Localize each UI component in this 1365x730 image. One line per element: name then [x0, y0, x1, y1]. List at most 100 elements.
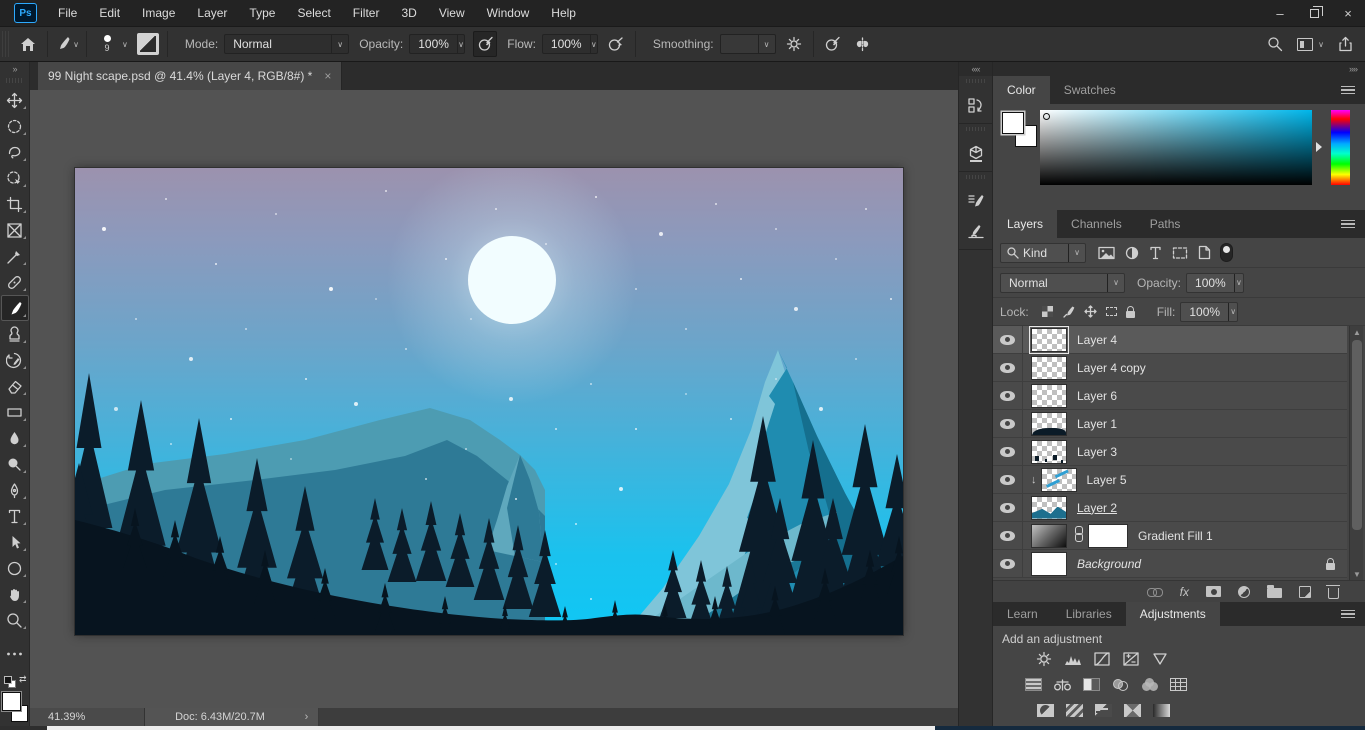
- adjustment-layer-filter-icon[interactable]: [1125, 246, 1139, 260]
- visibility-toggle[interactable]: [993, 550, 1023, 577]
- black-white-icon[interactable]: [1083, 678, 1100, 691]
- visibility-toggle[interactable]: [993, 494, 1023, 521]
- pixel-layer-filter-icon[interactable]: [1098, 246, 1115, 260]
- pen-tool[interactable]: [1, 477, 29, 503]
- posterize-icon[interactable]: [1066, 704, 1083, 717]
- layer-thumbnail[interactable]: [1031, 412, 1067, 436]
- layer-name[interactable]: Layer 4 copy: [1077, 361, 1146, 375]
- tab-layers[interactable]: Layers: [993, 210, 1057, 238]
- shape-layer-filter-icon[interactable]: [1172, 246, 1188, 260]
- layer-row[interactable]: Layer 4: [993, 326, 1347, 354]
- menu-type[interactable]: Type: [238, 0, 286, 27]
- dodge-tool[interactable]: [1, 451, 29, 477]
- healing-brush-tool[interactable]: [1, 269, 29, 295]
- delete-layer-icon[interactable]: [1328, 588, 1339, 599]
- layer-thumbnail[interactable]: [1031, 496, 1067, 520]
- menu-edit[interactable]: Edit: [88, 0, 131, 27]
- layer-name[interactable]: Layer 5: [1087, 473, 1127, 487]
- scroll-down-icon[interactable]: ▼: [1350, 568, 1364, 580]
- saturation-brightness-field[interactable]: [1040, 110, 1312, 185]
- layer-name[interactable]: Layer 4: [1077, 333, 1117, 347]
- layer-fill-select[interactable]: 100% ∨: [1180, 302, 1238, 322]
- vibrance-icon[interactable]: [1151, 652, 1168, 665]
- gradient-fill-thumbnail[interactable]: [1031, 524, 1067, 548]
- marquee-tool[interactable]: [1, 113, 29, 139]
- menu-file[interactable]: File: [47, 0, 88, 27]
- filter-toggle[interactable]: [1221, 244, 1232, 261]
- brush-tool[interactable]: [1, 295, 29, 321]
- layer-name[interactable]: Layer 3: [1077, 445, 1117, 459]
- layer-opacity-select[interactable]: 100% ∨: [1186, 273, 1244, 293]
- layer-style-icon[interactable]: fx: [1180, 585, 1189, 599]
- layer-name[interactable]: Layer 6: [1077, 389, 1117, 403]
- history-panel-icon[interactable]: [967, 97, 985, 115]
- home-icon[interactable]: [16, 31, 40, 57]
- tab-channels[interactable]: Channels: [1057, 210, 1136, 238]
- tab-color[interactable]: Color: [993, 76, 1050, 104]
- exposure-icon[interactable]: [1122, 652, 1139, 665]
- flow-select[interactable]: 100% ∨: [542, 34, 598, 54]
- close-tab-icon[interactable]: ×: [324, 69, 331, 83]
- document-tab[interactable]: 99 Night scape.psd @ 41.4% (Layer 4, RGB…: [38, 62, 342, 90]
- menu-filter[interactable]: Filter: [342, 0, 391, 27]
- layer-row[interactable]: ↓ Layer 5: [993, 466, 1347, 494]
- gradient-tool[interactable]: [1, 399, 29, 425]
- layer-row[interactable]: Gradient Fill 1: [993, 522, 1347, 550]
- airbrush-icon[interactable]: [604, 31, 628, 57]
- close-button[interactable]: ×: [1331, 0, 1365, 27]
- expand-panels-icon[interactable]: »»: [993, 62, 1365, 76]
- visibility-toggle[interactable]: [993, 326, 1023, 353]
- lock-transparency-icon[interactable]: [1042, 306, 1053, 317]
- menu-view[interactable]: View: [428, 0, 476, 27]
- eyedropper-tool[interactable]: [1, 243, 29, 269]
- scrollbar-thumb[interactable]: [1352, 340, 1362, 530]
- brightness-contrast-icon[interactable]: [1035, 652, 1052, 665]
- new-adjustment-layer-icon[interactable]: [1238, 586, 1250, 598]
- brush-tool-preset-icon[interactable]: ∨: [55, 31, 79, 57]
- layer-thumbnail[interactable]: [1031, 356, 1067, 380]
- layer-row[interactable]: Layer 6: [993, 382, 1347, 410]
- tab-paths[interactable]: Paths: [1136, 210, 1195, 238]
- panel-menu-icon[interactable]: [1341, 610, 1355, 619]
- layer-mask-thumbnail[interactable]: [1088, 524, 1128, 548]
- history-brush-tool[interactable]: [1, 347, 29, 373]
- layer-filter-select[interactable]: Kind ∨: [1000, 243, 1086, 263]
- workspace-switcher[interactable]: ∨: [1297, 38, 1324, 51]
- smart-object-filter-icon[interactable]: [1198, 245, 1211, 260]
- lock-artboard-icon[interactable]: [1106, 307, 1117, 316]
- menu-window[interactable]: Window: [476, 0, 541, 27]
- eraser-tool[interactable]: [1, 373, 29, 399]
- share-icon[interactable]: [1338, 36, 1353, 52]
- menu-image[interactable]: Image: [131, 0, 186, 27]
- move-tool[interactable]: [1, 87, 29, 113]
- visibility-toggle[interactable]: [993, 438, 1023, 465]
- brush-pressure-size-icon[interactable]: [821, 31, 845, 57]
- menu-help[interactable]: Help: [540, 0, 587, 27]
- blur-tool[interactable]: [1, 425, 29, 451]
- blend-mode-select[interactable]: Normal ∨: [224, 34, 349, 54]
- tab-adjustments[interactable]: Adjustments: [1126, 602, 1220, 626]
- add-layer-mask-icon[interactable]: [1206, 586, 1221, 597]
- new-layer-icon[interactable]: [1299, 586, 1311, 598]
- layer-row[interactable]: Background: [993, 550, 1347, 578]
- collapse-panels-icon[interactable]: ««: [959, 62, 992, 76]
- shape-tool[interactable]: [1, 555, 29, 581]
- layer-row[interactable]: Layer 1: [993, 410, 1347, 438]
- visibility-toggle[interactable]: [993, 354, 1023, 381]
- link-layers-icon[interactable]: [1147, 588, 1163, 596]
- menu-3d[interactable]: 3D: [390, 0, 427, 27]
- path-selection-tool[interactable]: [1, 529, 29, 555]
- tab-libraries[interactable]: Libraries: [1052, 602, 1126, 626]
- smoothing-gear-icon[interactable]: [782, 31, 806, 57]
- color-balance-icon[interactable]: [1054, 678, 1071, 691]
- swap-colors-icon[interactable]: ⇄: [19, 674, 27, 685]
- panel-menu-icon[interactable]: [1341, 86, 1355, 95]
- smoothing-select[interactable]: ∨: [720, 34, 776, 54]
- brushes-panel-icon[interactable]: [967, 223, 985, 241]
- toolbar-expand-icon[interactable]: »: [0, 62, 29, 76]
- frame-tool[interactable]: [1, 217, 29, 243]
- status-chevron-icon[interactable]: ›: [295, 708, 319, 726]
- hand-tool[interactable]: [1, 581, 29, 607]
- visibility-toggle[interactable]: [993, 382, 1023, 409]
- channel-mixer-icon[interactable]: [1141, 678, 1158, 691]
